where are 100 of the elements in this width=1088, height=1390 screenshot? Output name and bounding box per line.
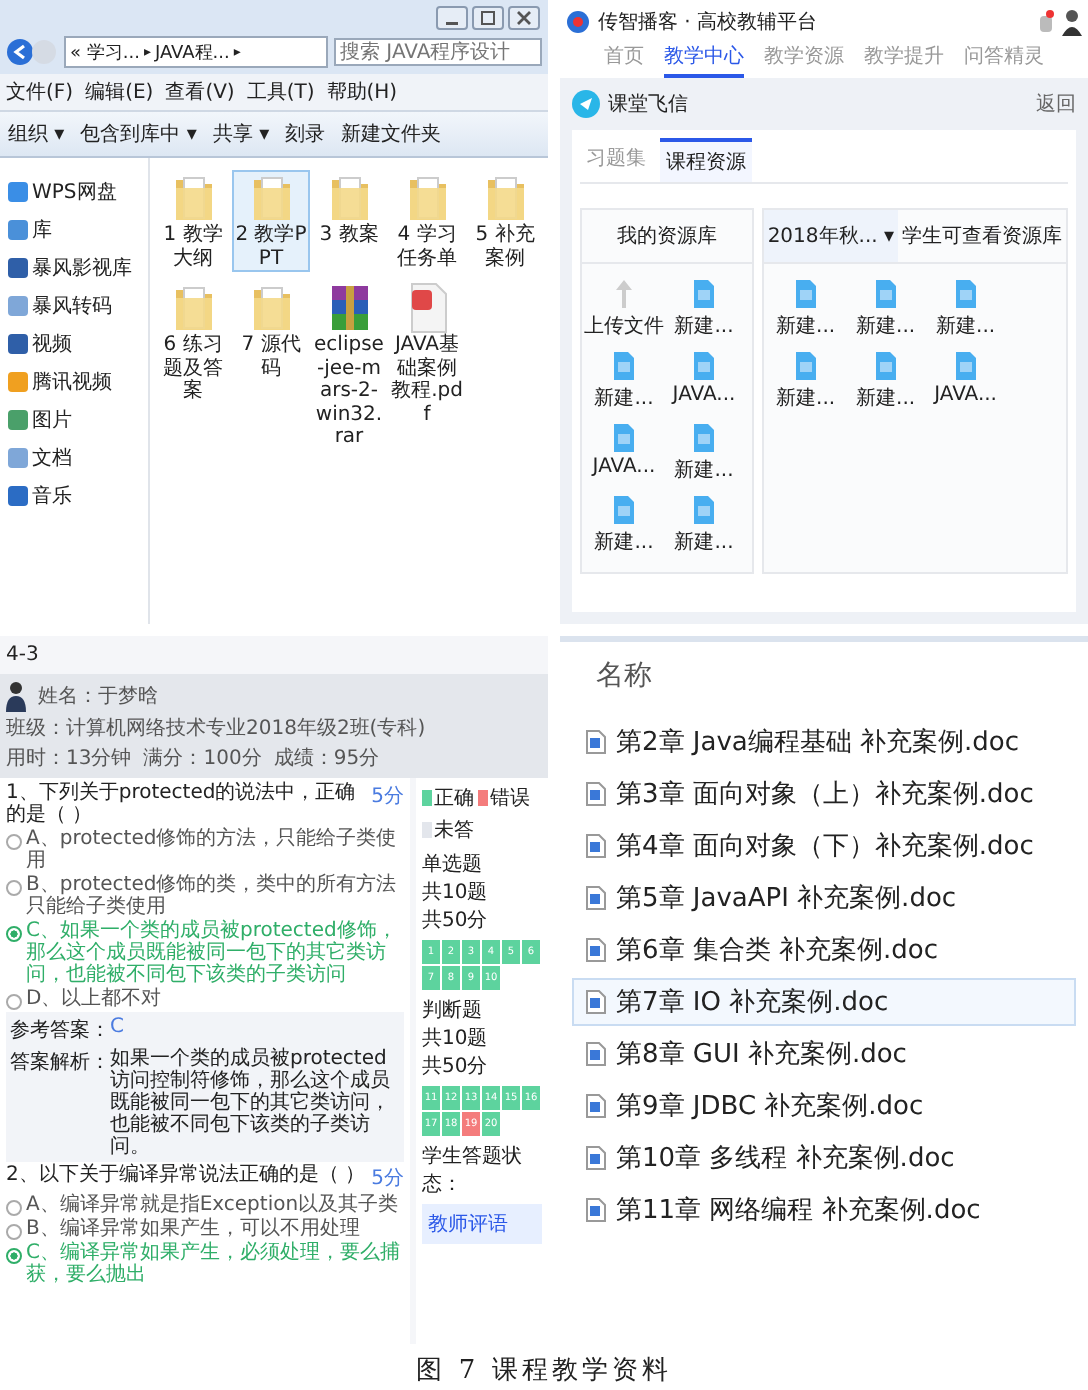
course-title: 课堂飞信 [608, 91, 690, 118]
toolbar-button[interactable]: 包含到库中 ▾ [80, 120, 197, 148]
file-item[interactable]: JAVA基础案例教程.pdf [388, 280, 466, 451]
option-text: A、编译异常就是指Exception以及其子类 [26, 1194, 399, 1216]
toolbar-button[interactable]: 共享 ▾ [212, 120, 270, 148]
sidebar-item[interactable]: 暴风影视库 [8, 254, 144, 282]
file-row[interactable]: 第3章 面向对象（上）补充案例.doc [572, 770, 1076, 818]
folder-icon [327, 172, 371, 224]
radio-button[interactable] [6, 1248, 22, 1264]
radio-button[interactable] [6, 1200, 22, 1216]
file-row[interactable]: 第10章 多线程 补充案例.doc [572, 1134, 1076, 1182]
analysis-label: 答案解析： [10, 1049, 110, 1078]
term-dropdown[interactable]: 2018年秋... ▾ [763, 210, 898, 262]
document-icon [614, 352, 634, 380]
option-text: B、protected修饰的类，类中的所有方法只能给子类使用 [26, 874, 399, 918]
menu-item[interactable]: 工具(T) [246, 78, 315, 106]
resource-item[interactable]: 新建... [586, 496, 662, 556]
word-file-icon [586, 1198, 606, 1222]
score: 成绩：95分 [273, 745, 380, 772]
resource-item[interactable]: 新建... [847, 280, 924, 340]
resource-item[interactable]: 上传文件 [586, 280, 662, 340]
minimize-button[interactable] [436, 6, 468, 30]
resource-item[interactable]: 新建... [666, 496, 742, 556]
file-row[interactable]: 第7章 IO 补充案例.doc [572, 978, 1076, 1026]
document-icon [694, 280, 714, 308]
back-forward-icon[interactable] [6, 38, 58, 66]
sidebar-item[interactable]: WPS网盘 [8, 178, 144, 206]
avatar-icon[interactable] [1062, 8, 1082, 36]
resource-item[interactable]: 新建... [847, 352, 924, 412]
resource-item[interactable]: 新建... [927, 280, 1004, 340]
legend-label: 未答 [434, 817, 474, 844]
toolbar-button[interactable]: 刻录 [285, 120, 326, 148]
file-item[interactable]: 6 练习题及答案 [154, 280, 232, 451]
radio-button[interactable] [6, 994, 22, 1010]
menu-item[interactable]: 帮助(H) [326, 78, 398, 106]
file-row[interactable]: 第2章 Java编程基础 补充案例.doc [572, 718, 1076, 766]
sidebar-item[interactable]: 文档 [8, 444, 144, 472]
radio-button[interactable] [6, 880, 22, 896]
file-item[interactable]: 2 教学PPT [232, 170, 310, 272]
comment-item[interactable]: 教师评语 [422, 1204, 542, 1244]
resource-item[interactable]: JAVA... [927, 352, 1004, 412]
sidebar-item[interactable]: 库 [8, 216, 144, 244]
file-row[interactable]: 第5章 JavaAPI 补充案例.doc [572, 874, 1076, 922]
group-points: 共50分 [422, 907, 488, 934]
radio-button[interactable] [6, 1224, 22, 1240]
full-score: 满分：100分 [143, 745, 262, 772]
column-header[interactable]: 名称 [572, 650, 1076, 714]
folder-icon [483, 172, 527, 224]
toolbar-button[interactable]: 新建文件夹 [341, 120, 442, 148]
sidebar-item[interactable]: 音乐 [8, 482, 144, 510]
file-item[interactable]: 4 学习任务单 [388, 170, 466, 272]
resource-item[interactable]: 新建... [666, 280, 742, 340]
option-text: C、如果一个类的成员被protected修饰，那么这个成员既能被同一包下的其它类访问，也能被不同包下该类的子类访问 [26, 920, 399, 986]
resource-item[interactable]: 新建... [586, 352, 662, 412]
radio-button[interactable] [6, 834, 22, 850]
resource-item[interactable]: 新建... [767, 352, 844, 412]
file-item[interactable]: eclipse-jee-mars-2-win32.rar [310, 280, 388, 451]
file-row[interactable]: 第6章 集合类 补充案例.doc [572, 926, 1076, 974]
maximize-button[interactable] [472, 6, 504, 30]
tab[interactable]: 课程资源 [660, 138, 752, 182]
resource-item[interactable]: JAVA... [586, 424, 662, 484]
search-field[interactable]: 搜索 JAVA程序设计 [334, 38, 542, 66]
sidebar-item[interactable]: 暴风转码 [8, 292, 144, 320]
sidebar-item[interactable]: 图片 [8, 406, 144, 434]
nav-tab[interactable]: 教学中心 [664, 42, 744, 78]
option-text: B、编译异常如果产生，可以不用处理 [26, 1218, 360, 1240]
archive-icon [327, 282, 371, 334]
menu-item[interactable]: 文件(F) [6, 78, 74, 106]
menu-item[interactable]: 查看(V) [165, 78, 235, 106]
sidebar-item[interactable]: 视频 [8, 330, 144, 358]
resource-item[interactable]: 新建... [666, 424, 742, 484]
radio-button[interactable] [6, 926, 22, 942]
file-row[interactable]: 第8章 GUI 补充案例.doc [572, 1030, 1076, 1078]
document-icon [955, 352, 976, 380]
word-file-icon [586, 782, 606, 806]
panel-title: 我的资源库 [614, 223, 719, 252]
file-row[interactable]: 第11章 网络编程 补充案例.doc [572, 1186, 1076, 1234]
file-item[interactable]: 1 教学大纲 [154, 170, 232, 272]
resource-item[interactable]: JAVA... [666, 352, 742, 412]
sidebar-item[interactable]: 腾讯视频 [8, 368, 144, 396]
back-link[interactable]: 返回 [1036, 90, 1076, 118]
document-icon [694, 352, 714, 380]
file-row[interactable]: 第4章 面向对象（下）补充案例.doc [572, 822, 1076, 870]
file-row[interactable]: 第9章 JDBC 补充案例.doc [572, 1082, 1076, 1130]
document-icon [875, 280, 896, 308]
student-class: 班级：计算机网络技术专业2018年级2班(专科) [6, 715, 426, 742]
time-used: 用时：13分钟 [6, 745, 132, 772]
student-avatar-icon [6, 680, 26, 712]
state-label: 学生答题状态： [422, 1143, 524, 1198]
resource-item[interactable]: 新建... [767, 280, 844, 340]
document-icon [875, 352, 896, 380]
toolbar-button[interactable]: 组织 ▾ [8, 120, 65, 148]
folder-icon [249, 282, 293, 334]
file-item[interactable]: 5 补充案例 [466, 170, 544, 272]
student-name: 姓名：于梦晗 [38, 683, 158, 710]
menu-item[interactable]: 编辑(E) [85, 78, 154, 106]
file-item[interactable]: 7 源代码 [232, 280, 310, 451]
logo-text: 传智播客 · 高校教辅平台 [598, 9, 820, 36]
close-button[interactable] [508, 6, 540, 30]
file-item[interactable]: 3 教案 [310, 170, 388, 272]
